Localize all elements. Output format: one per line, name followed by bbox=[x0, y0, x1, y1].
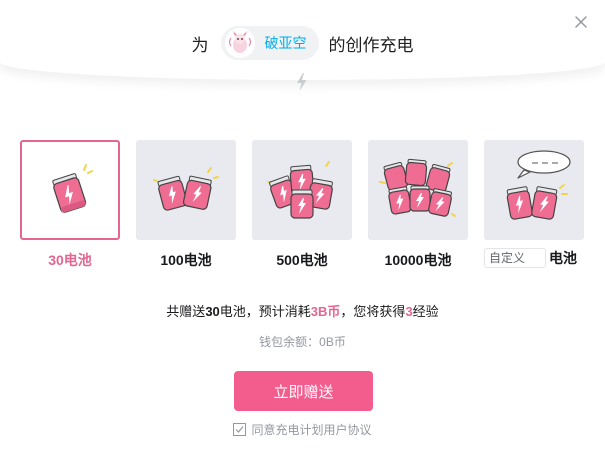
battery-icon bbox=[506, 150, 571, 220]
gift-summary: 共赠送30电池，预计消耗3B币，您将获得3经验 bbox=[0, 301, 605, 320]
option-label: 500电池 bbox=[276, 252, 328, 268]
checkmark-icon bbox=[236, 426, 244, 433]
close-icon[interactable] bbox=[573, 14, 589, 30]
lightning-icon bbox=[297, 73, 307, 91]
summary-text-2: 电池，预计消耗 bbox=[219, 304, 311, 319]
avatar bbox=[224, 28, 255, 58]
summary-text-1: 共赠送 bbox=[166, 304, 206, 319]
option-label: 10000电池 bbox=[384, 252, 452, 268]
battery-icon bbox=[153, 167, 219, 211]
option-label: 100电池 bbox=[160, 252, 212, 268]
option-10000: 10000电池 bbox=[368, 140, 468, 270]
title-suffix: 的创作充电 bbox=[328, 35, 414, 55]
agreement-row: 同意充电计划用户协议 bbox=[0, 421, 605, 438]
battery-icon bbox=[267, 161, 333, 219]
battery-icon bbox=[379, 158, 456, 217]
option-custom: 电池 bbox=[484, 140, 584, 268]
summary-b-coins: 3B币 bbox=[310, 304, 341, 319]
summary-text-4: 经验 bbox=[412, 304, 439, 319]
up-name: 破亚空 bbox=[264, 35, 307, 51]
agreement-checkbox[interactable] bbox=[233, 423, 247, 436]
custom-unit: 电池 bbox=[549, 250, 577, 266]
up-chip[interactable]: 破亚空 bbox=[220, 26, 319, 60]
summary-battery-count: 30 bbox=[205, 304, 220, 319]
battery-card-100[interactable] bbox=[136, 140, 236, 240]
option-100: 100电池 bbox=[136, 140, 236, 270]
custom-amount-input[interactable] bbox=[484, 248, 546, 268]
battery-options: 30电池 100电池 500电池 10000电池 自定义 电池 bbox=[20, 140, 585, 270]
send-now-button[interactable]: 立即赠送 bbox=[234, 371, 373, 411]
summary-text-3: ，您将获得 bbox=[340, 304, 406, 319]
dialog-header: 为 破亚空 的创作充电 bbox=[0, 0, 605, 80]
wallet-balance: 钱包余额：0B币 bbox=[259, 335, 346, 349]
option-30: 30电池 bbox=[20, 140, 120, 270]
agreement-link[interactable]: 同意充电计划用户协议 bbox=[251, 421, 371, 438]
battery-card-custom[interactable] bbox=[484, 140, 584, 240]
summary-exp: 3 bbox=[405, 304, 413, 319]
battery-card-30[interactable] bbox=[20, 140, 120, 240]
custom-amount-row: 电池 bbox=[484, 248, 584, 268]
dialog-title: 为 破亚空 的创作充电 bbox=[0, 25, 605, 61]
option-500: 500电池 bbox=[252, 140, 352, 270]
battery-icon bbox=[52, 164, 93, 213]
option-label: 30电池 bbox=[48, 252, 92, 268]
title-prefix: 为 bbox=[191, 35, 209, 55]
battery-card-10000[interactable] bbox=[368, 140, 468, 240]
battery-card-500[interactable] bbox=[252, 140, 352, 240]
